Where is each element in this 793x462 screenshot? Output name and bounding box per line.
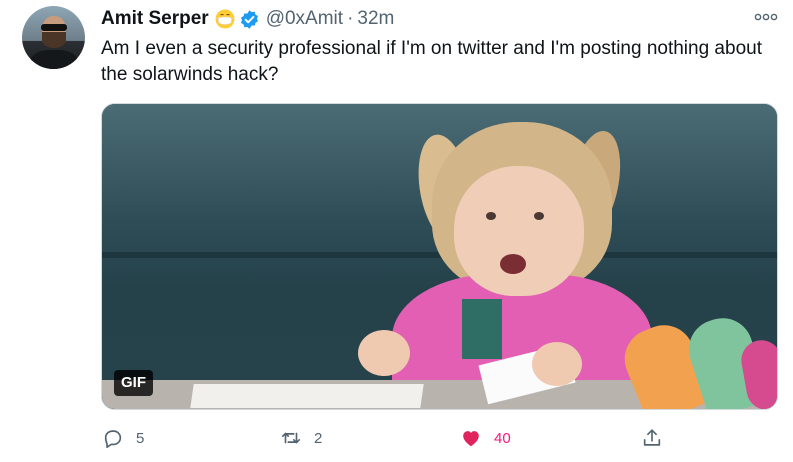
reply-icon xyxy=(104,430,122,448)
like-button[interactable]: 40 xyxy=(460,420,511,456)
media-shirt xyxy=(462,299,502,359)
share-icon xyxy=(643,429,661,446)
media-hand-left xyxy=(358,330,410,376)
avatar-body xyxy=(30,50,78,69)
tweet-header: Amit Serper @0xAmit · 32m xyxy=(101,8,394,30)
retweet-button[interactable]: 2 xyxy=(280,420,322,456)
media-mouth xyxy=(500,254,526,274)
author-handle[interactable]: @0xAmit xyxy=(266,8,343,30)
tweet-text: Am I even a security professional if I'm… xyxy=(101,38,762,85)
media-face xyxy=(454,166,584,296)
gif-badge: GIF xyxy=(114,370,153,396)
author-name[interactable]: Amit Serper xyxy=(101,8,209,30)
reply-count: 5 xyxy=(136,429,145,447)
reply-button[interactable]: 5 xyxy=(102,420,144,456)
face-with-medical-mask-icon xyxy=(215,9,235,29)
like-count: 40 xyxy=(494,429,511,447)
retweet-icon xyxy=(281,432,301,444)
separator-dot: · xyxy=(347,8,354,29)
avatar[interactable] xyxy=(22,6,85,69)
more-options-icon[interactable] xyxy=(753,8,779,26)
verified-badge-icon xyxy=(239,9,260,30)
media-paper xyxy=(190,384,424,408)
avatar-beard xyxy=(42,32,66,48)
media-eye-left xyxy=(486,212,496,220)
heart-filled-icon xyxy=(463,431,479,447)
tweet-media-gif[interactable]: GIF xyxy=(101,103,778,410)
retweet-count: 2 xyxy=(314,429,323,447)
timestamp[interactable]: 32m xyxy=(357,8,394,30)
tweet[interactable]: Amit Serper @0xAmit · 32m Am I even a se… xyxy=(0,0,793,462)
tweet-actions: 5 2 40 xyxy=(0,420,793,456)
media-eye-right xyxy=(534,212,544,220)
avatar-sunglasses xyxy=(41,24,67,31)
media-hand-right xyxy=(532,342,582,386)
share-button[interactable] xyxy=(641,420,663,456)
